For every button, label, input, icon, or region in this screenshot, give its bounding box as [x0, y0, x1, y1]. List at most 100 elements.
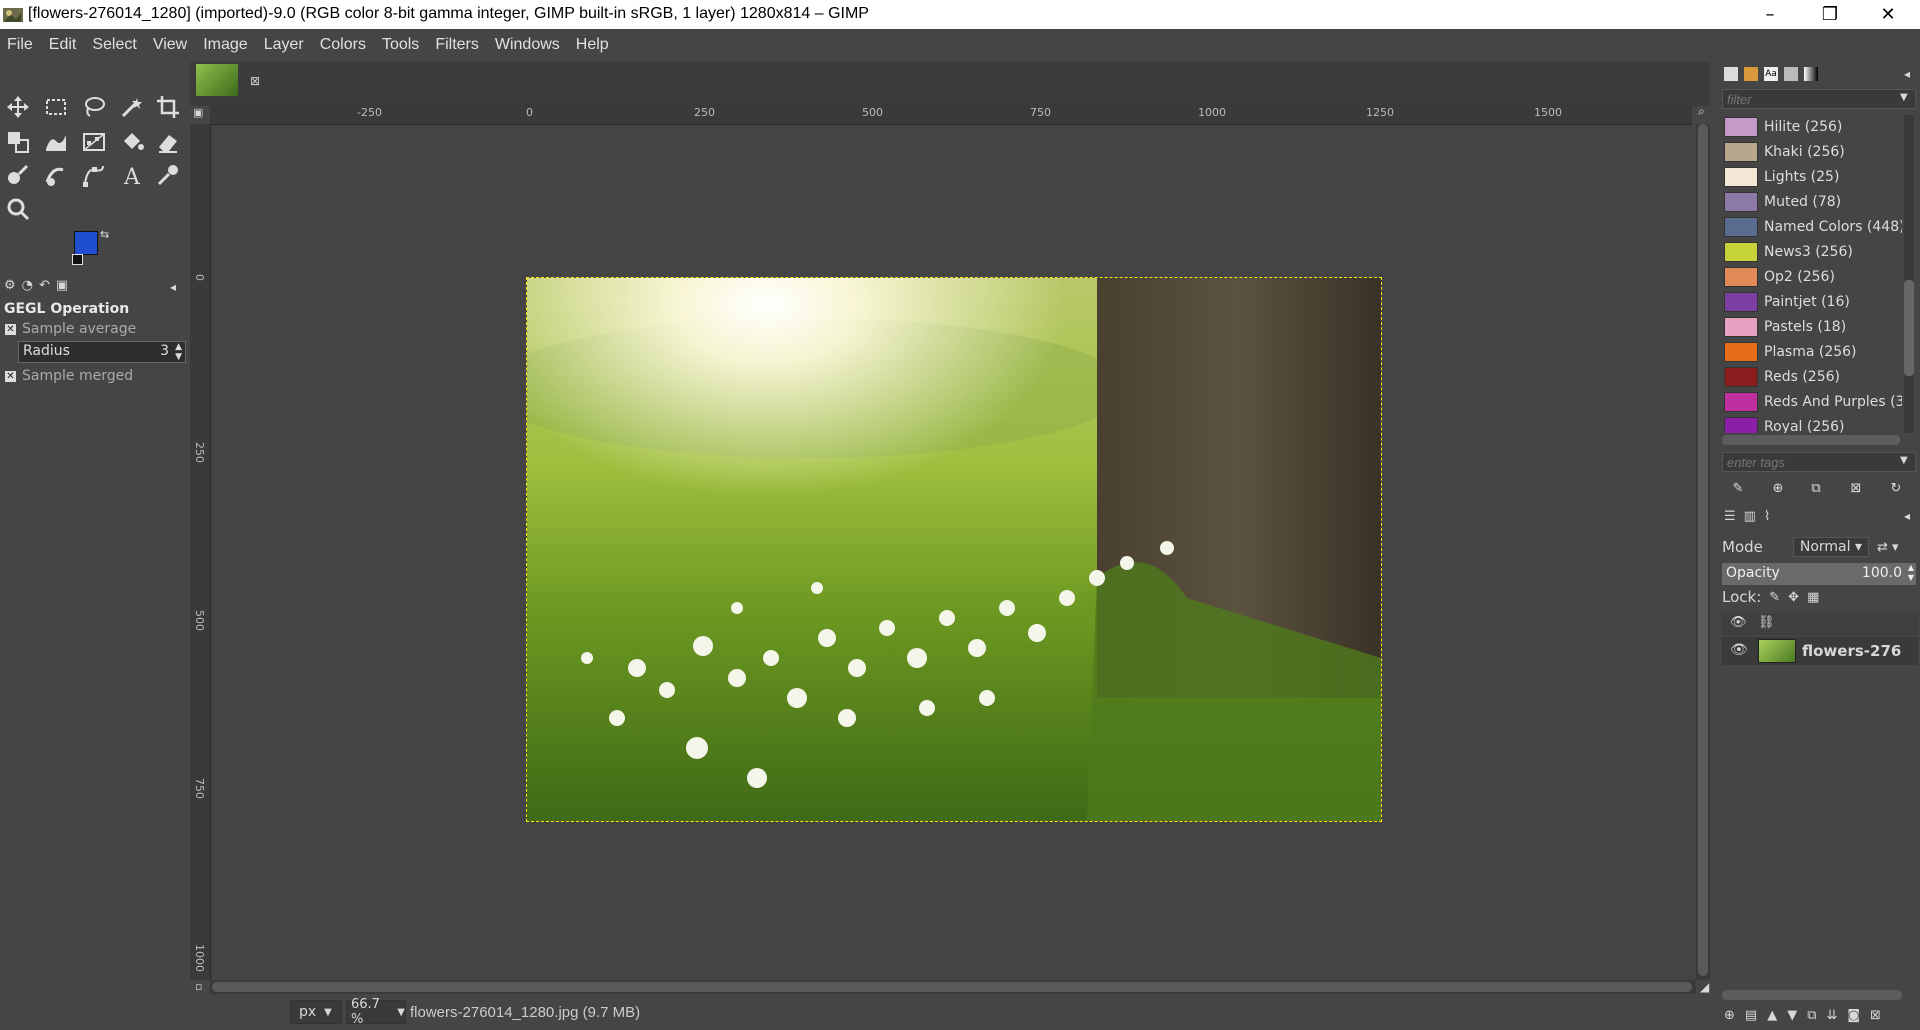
- menu-view[interactable]: View: [146, 36, 196, 54]
- quick-mask-menu-icon[interactable]: ▣: [193, 106, 203, 119]
- heal-tool-icon[interactable]: [2, 159, 34, 191]
- paths-tool-icon[interactable]: [78, 159, 110, 191]
- opacity-slider[interactable]: Opacity 100.0 ▲ ▼: [1722, 563, 1916, 585]
- duplicate-layer-icon[interactable]: ⧉: [1807, 1008, 1816, 1023]
- chain-icon[interactable]: ⛓: [1758, 615, 1775, 630]
- list-item[interactable]: Named Colors (448): [1724, 215, 1902, 239]
- crop-tool-icon[interactable]: [152, 91, 184, 123]
- menu-tools[interactable]: Tools: [375, 36, 428, 54]
- zoom-tool-icon[interactable]: [2, 193, 34, 225]
- list-item[interactable]: Paintjet (16): [1724, 290, 1850, 314]
- zoom-to-fit-icon[interactable]: ⌕: [1698, 104, 1705, 119]
- add-mask-icon[interactable]: ◙: [1847, 1008, 1860, 1023]
- layers-tab-icon[interactable]: ☰: [1724, 509, 1736, 524]
- fuzzy-select-tool-icon[interactable]: [116, 91, 148, 123]
- merge-layer-icon[interactable]: ⇊: [1827, 1008, 1838, 1023]
- lasso-tool-icon[interactable]: [78, 91, 110, 123]
- layers-horizontal-scrollbar[interactable]: [1722, 990, 1902, 1000]
- unified-transform-tool-icon[interactable]: [2, 126, 34, 158]
- lock-position-icon[interactable]: ✥: [1788, 590, 1799, 605]
- list-item[interactable]: Royal (256): [1724, 415, 1845, 433]
- document-history-tab-icon[interactable]: [1784, 67, 1798, 81]
- menu-select[interactable]: Select: [85, 36, 145, 54]
- patterns-tab-icon[interactable]: [1744, 67, 1758, 81]
- images-tab-icon[interactable]: ▣: [56, 278, 68, 298]
- radius-stepper-icon[interactable]: ▲ ▼: [175, 342, 182, 362]
- configure-tab-icon[interactable]: ◂: [170, 280, 176, 294]
- vertical-scrollbar-thumb[interactable]: [1698, 124, 1708, 976]
- eraser-tool-icon[interactable]: [152, 126, 184, 158]
- color-picker-tool-icon[interactable]: [152, 159, 184, 191]
- refresh-palettes-icon[interactable]: ↻: [1886, 478, 1906, 498]
- close-image-tab-icon[interactable]: ⊠: [250, 74, 262, 88]
- list-item[interactable]: Hilite (256): [1724, 115, 1842, 139]
- palette-tags-input[interactable]: [1722, 452, 1916, 472]
- sample-average-row[interactable]: ✕ Sample average: [5, 321, 136, 337]
- minimize-button[interactable]: –: [1744, 0, 1796, 29]
- palette-filter-input[interactable]: [1722, 89, 1916, 109]
- close-window-button[interactable]: ✕: [1862, 0, 1914, 29]
- warp-transform-tool-icon[interactable]: [40, 126, 72, 158]
- foreground-color-swatch[interactable]: [74, 231, 98, 255]
- gradient-tool-icon[interactable]: [78, 126, 110, 158]
- raise-layer-icon[interactable]: ▲: [1767, 1008, 1777, 1023]
- chevron-down-icon[interactable]: ▼: [1900, 92, 1908, 103]
- configure-dock-icon[interactable]: ◂: [1904, 67, 1910, 81]
- list-item[interactable]: News3 (256): [1724, 240, 1853, 264]
- device-status-tab-icon[interactable]: ◔: [22, 278, 33, 298]
- palette-horizontal-scrollbar[interactable]: [1722, 435, 1900, 445]
- layer-row[interactable]: 👁 flowers-276: [1722, 637, 1918, 665]
- switch-mode-icon[interactable]: ⇄ ▾: [1877, 540, 1899, 555]
- sample-average-checkbox[interactable]: ✕: [5, 323, 16, 335]
- lock-pixels-icon[interactable]: ✎: [1769, 590, 1780, 605]
- new-layer-group-icon[interactable]: ▤: [1745, 1008, 1757, 1023]
- list-item[interactable]: Plasma (256): [1724, 340, 1857, 364]
- menu-layer[interactable]: Layer: [257, 36, 313, 54]
- lower-layer-icon[interactable]: ▼: [1787, 1008, 1797, 1023]
- mode-select[interactable]: Normal ▾: [1792, 537, 1870, 557]
- tool-options-tab-icon[interactable]: ⚙: [4, 278, 16, 298]
- menu-help[interactable]: Help: [569, 36, 618, 54]
- new-layer-icon[interactable]: ⊕: [1724, 1008, 1735, 1023]
- default-colors-icon[interactable]: [72, 254, 83, 265]
- image-tab-thumbnail[interactable]: [196, 64, 238, 96]
- move-tool-icon[interactable]: [2, 91, 34, 123]
- brushes-tab-icon[interactable]: [1724, 67, 1738, 81]
- channels-tab-icon[interactable]: ▥: [1744, 509, 1756, 524]
- menu-filters[interactable]: Filters: [428, 36, 488, 54]
- sample-merged-row[interactable]: ✕ Sample merged: [5, 368, 133, 384]
- menu-windows[interactable]: Windows: [488, 36, 569, 54]
- zoom-select[interactable]: 66.7 % ▼: [346, 997, 406, 1027]
- list-item[interactable]: Khaki (256): [1724, 140, 1845, 164]
- rect-select-tool-icon[interactable]: [40, 91, 72, 123]
- menu-colors[interactable]: Colors: [313, 36, 375, 54]
- undo-history-tab-icon[interactable]: ↶: [39, 278, 50, 298]
- new-palette-icon[interactable]: ⊕: [1768, 478, 1788, 498]
- horizontal-scrollbar-thumb[interactable]: [212, 982, 1692, 992]
- sample-merged-checkbox[interactable]: ✕: [5, 370, 16, 382]
- image-canvas[interactable]: [526, 277, 1382, 822]
- palette-scrollbar[interactable]: [1904, 115, 1914, 433]
- list-item[interactable]: Reds (256): [1724, 365, 1840, 389]
- chevron-down-icon[interactable]: ▼: [1900, 455, 1908, 466]
- eye-icon[interactable]: 👁: [1730, 615, 1747, 630]
- unit-select[interactable]: px ▼: [290, 1000, 342, 1024]
- delete-layer-icon[interactable]: ⊠: [1870, 1008, 1881, 1023]
- configure-dock-icon[interactable]: ◂: [1904, 509, 1910, 523]
- palette-list[interactable]: Hilite (256) Khaki (256) Lights (25) Mut…: [1722, 115, 1902, 433]
- duplicate-palette-icon[interactable]: ⧉: [1806, 478, 1826, 498]
- quick-mask-toggle-icon[interactable]: ▫: [195, 980, 202, 993]
- list-item[interactable]: Lights (25): [1724, 165, 1839, 189]
- menu-edit[interactable]: Edit: [42, 36, 86, 54]
- gradients-tab-icon[interactable]: [1804, 67, 1818, 81]
- text-tool-icon[interactable]: A: [116, 159, 148, 191]
- navigate-icon[interactable]: ◢: [1700, 980, 1709, 994]
- list-item[interactable]: Pastels (18): [1724, 315, 1846, 339]
- list-item[interactable]: Reds And Purples (30): [1724, 390, 1902, 414]
- list-item[interactable]: Op2 (256): [1724, 265, 1835, 289]
- swap-colors-icon[interactable]: ⇆: [100, 228, 109, 241]
- paths-tab-icon[interactable]: ⌇: [1764, 509, 1770, 524]
- lock-alpha-icon[interactable]: ▦: [1807, 590, 1819, 605]
- restore-button[interactable]: ❐: [1804, 0, 1856, 29]
- smudge-tool-icon[interactable]: [40, 159, 72, 191]
